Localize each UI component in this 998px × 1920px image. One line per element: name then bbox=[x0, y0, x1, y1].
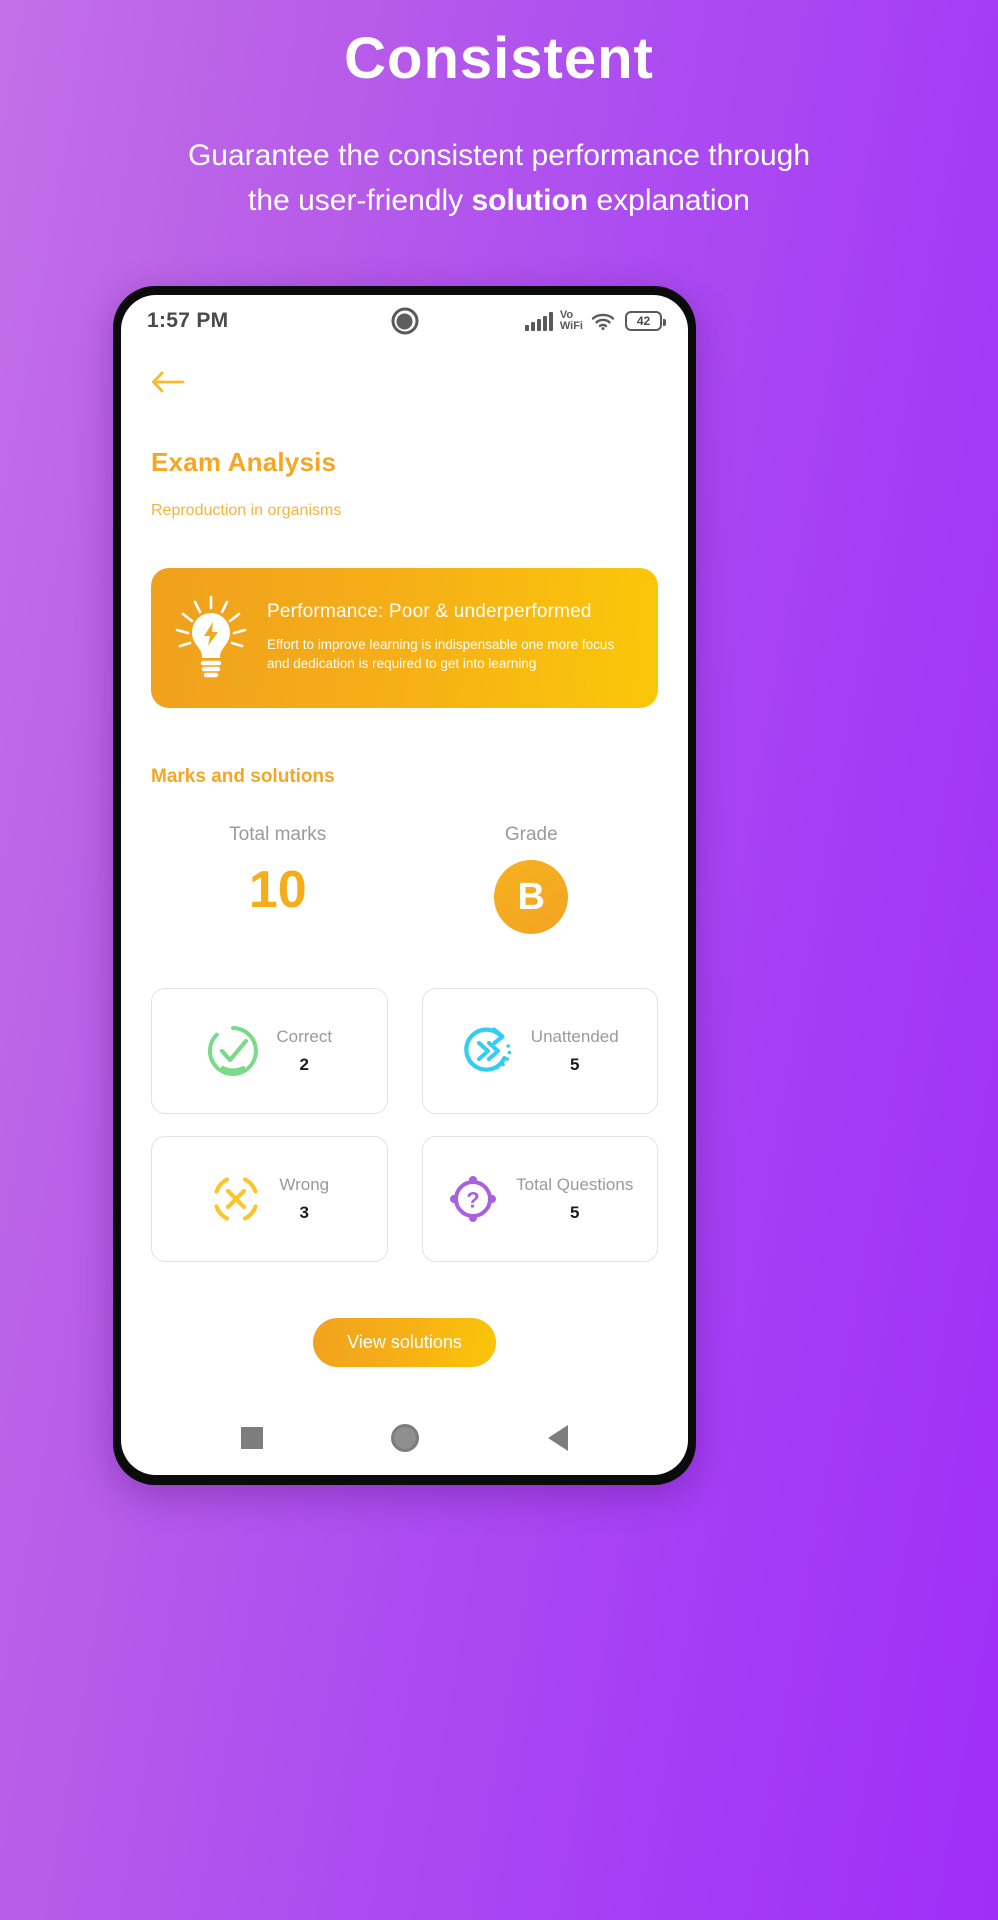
stat-text-unattended: Unattended 5 bbox=[531, 1027, 619, 1075]
stat-card-total-questions[interactable]: ? Total Questions 5 bbox=[421, 1136, 658, 1262]
total-marks-label: Total marks bbox=[229, 824, 327, 845]
app-content: Exam Analysis Reproduction in organisms bbox=[121, 347, 688, 1401]
svg-text:?: ? bbox=[466, 1188, 479, 1213]
page-subtitle: Reproduction in organisms bbox=[151, 502, 342, 519]
promo-subtitle: Guarantee the consistent performance thr… bbox=[0, 133, 998, 224]
total-marks-block: Total marks 10 bbox=[151, 824, 405, 934]
lightbulb-idea-icon bbox=[175, 595, 247, 678]
stat-text-wrong: Wrong 3 bbox=[279, 1175, 329, 1223]
android-navigation-bar bbox=[121, 1401, 688, 1475]
performance-text-block: Performance: Poor & underperformed Effor… bbox=[267, 601, 638, 673]
battery-level-text: 42 bbox=[636, 314, 651, 328]
cta-container: View solutions bbox=[151, 1318, 658, 1367]
page-title: Exam Analysis bbox=[151, 447, 337, 477]
stat-label: Total Questions bbox=[516, 1175, 634, 1194]
view-solutions-button[interactable]: View solutions bbox=[313, 1318, 496, 1367]
battery-icon: 42 bbox=[625, 311, 666, 331]
performance-banner: Performance: Poor & underperformed Effor… bbox=[151, 568, 658, 708]
stat-label: Correct bbox=[276, 1027, 333, 1046]
promo-subtitle-highlight: solution bbox=[471, 184, 589, 218]
phone-screen: 1:57 PM Vo WiFi 42 Exam Analysis Reprodu… bbox=[121, 295, 688, 1475]
square-recents-icon[interactable] bbox=[241, 1427, 264, 1449]
status-bar: 1:57 PM Vo WiFi 42 bbox=[121, 295, 688, 347]
stat-label: Unattended bbox=[530, 1027, 619, 1046]
double-chevron-circle-icon bbox=[464, 1027, 511, 1072]
marks-section-title: Marks and solutions bbox=[151, 766, 335, 787]
status-bar-indicators: Vo WiFi 42 bbox=[524, 309, 666, 332]
grade-block: Grade B bbox=[405, 824, 659, 934]
promo-title: Consistent bbox=[344, 26, 654, 91]
x-circle-icon bbox=[214, 1177, 258, 1221]
vowifi-line2: WiFi bbox=[559, 320, 583, 332]
grade-label: Grade bbox=[504, 824, 558, 845]
stat-card-unattended[interactable]: Unattended 5 bbox=[421, 988, 658, 1114]
wifi-icon bbox=[591, 313, 615, 331]
stat-value: 2 bbox=[299, 1055, 309, 1074]
promo-subtitle-part2: explanation bbox=[588, 184, 750, 218]
back-arrow-icon[interactable] bbox=[151, 369, 185, 395]
stat-text-correct: Correct 2 bbox=[276, 1027, 332, 1075]
status-bar-clock: 1:57 PM bbox=[147, 309, 229, 332]
grade-badge: B bbox=[494, 860, 569, 934]
circle-home-icon[interactable] bbox=[391, 1424, 420, 1452]
stat-value: 3 bbox=[299, 1203, 309, 1222]
front-camera-icon bbox=[391, 307, 418, 335]
stat-value: 5 bbox=[570, 1203, 580, 1222]
stat-text-total-questions: Total Questions 5 bbox=[516, 1175, 633, 1223]
question-circle-icon: ? bbox=[450, 1176, 497, 1222]
signal-bars-icon bbox=[524, 311, 553, 331]
vowifi-label: Vo WiFi bbox=[559, 309, 583, 332]
stat-card-correct[interactable]: Correct 2 bbox=[151, 988, 388, 1114]
app-toolbar bbox=[151, 347, 658, 395]
stat-value: 5 bbox=[570, 1055, 580, 1074]
stat-card-wrong[interactable]: Wrong 3 bbox=[151, 1136, 388, 1262]
marks-summary-row: Total marks 10 Grade B bbox=[151, 824, 658, 934]
promo-header: Consistent Guarantee the consistent perf… bbox=[0, 0, 998, 224]
stat-label: Wrong bbox=[279, 1175, 330, 1194]
stats-grid: Correct 2 Unattended 5 Wrong 3 ? Total Q… bbox=[151, 988, 658, 1262]
performance-headline: Performance: Poor & underperformed bbox=[267, 600, 592, 622]
performance-description: Effort to improve learning is indispensa… bbox=[267, 636, 615, 671]
phone-device-frame: 1:57 PM Vo WiFi 42 Exam Analysis Reprodu… bbox=[113, 286, 696, 1485]
check-circle-icon bbox=[208, 1026, 259, 1076]
triangle-back-icon[interactable] bbox=[547, 1425, 568, 1451]
total-marks-value: 10 bbox=[248, 861, 307, 919]
